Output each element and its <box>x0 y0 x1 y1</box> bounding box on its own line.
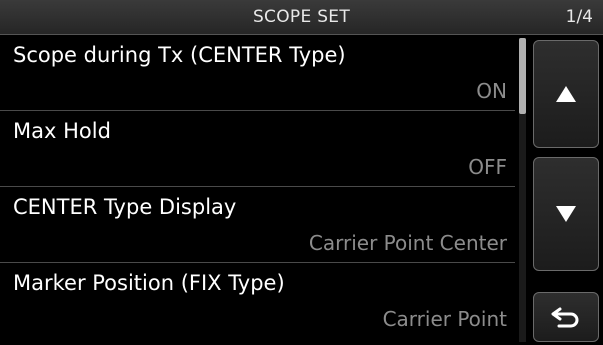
return-arrow-icon <box>551 307 579 328</box>
menu-item-value: Carrier Point <box>382 307 507 331</box>
menu-item-marker-position[interactable]: Marker Position (FIX Type) Carrier Point <box>0 263 515 345</box>
scope-set-screen: SCOPE SET 1/4 Scope during Tx (CENTER Ty… <box>0 0 603 345</box>
menu-list: Scope during Tx (CENTER Type) ON Max Hol… <box>0 35 515 345</box>
menu-item-label: Max Hold <box>13 119 111 143</box>
menu-item-label: Scope during Tx (CENTER Type) <box>13 43 346 67</box>
back-button[interactable] <box>533 292 599 342</box>
scrollbar[interactable] <box>519 38 526 342</box>
scrollbar-thumb[interactable] <box>519 38 526 114</box>
triangle-up-icon <box>556 86 576 102</box>
page-indicator: 1/4 <box>565 7 593 27</box>
menu-item-label: Marker Position (FIX Type) <box>13 271 285 295</box>
triangle-down-icon <box>556 206 576 222</box>
menu-item-value: OFF <box>468 155 507 179</box>
scroll-up-button[interactable] <box>533 40 599 148</box>
title-bar: SCOPE SET 1/4 <box>0 0 603 35</box>
menu-item-label: CENTER Type Display <box>13 195 237 219</box>
menu-item-center-type-display[interactable]: CENTER Type Display Carrier Point Center <box>0 187 515 263</box>
menu-item-value: Carrier Point Center <box>308 231 507 255</box>
screen-title: SCOPE SET <box>252 7 351 27</box>
menu-item-scope-during-tx[interactable]: Scope during Tx (CENTER Type) ON <box>0 35 515 111</box>
scroll-down-button[interactable] <box>533 157 599 271</box>
menu-item-value: ON <box>476 79 507 103</box>
menu-item-max-hold[interactable]: Max Hold OFF <box>0 111 515 187</box>
